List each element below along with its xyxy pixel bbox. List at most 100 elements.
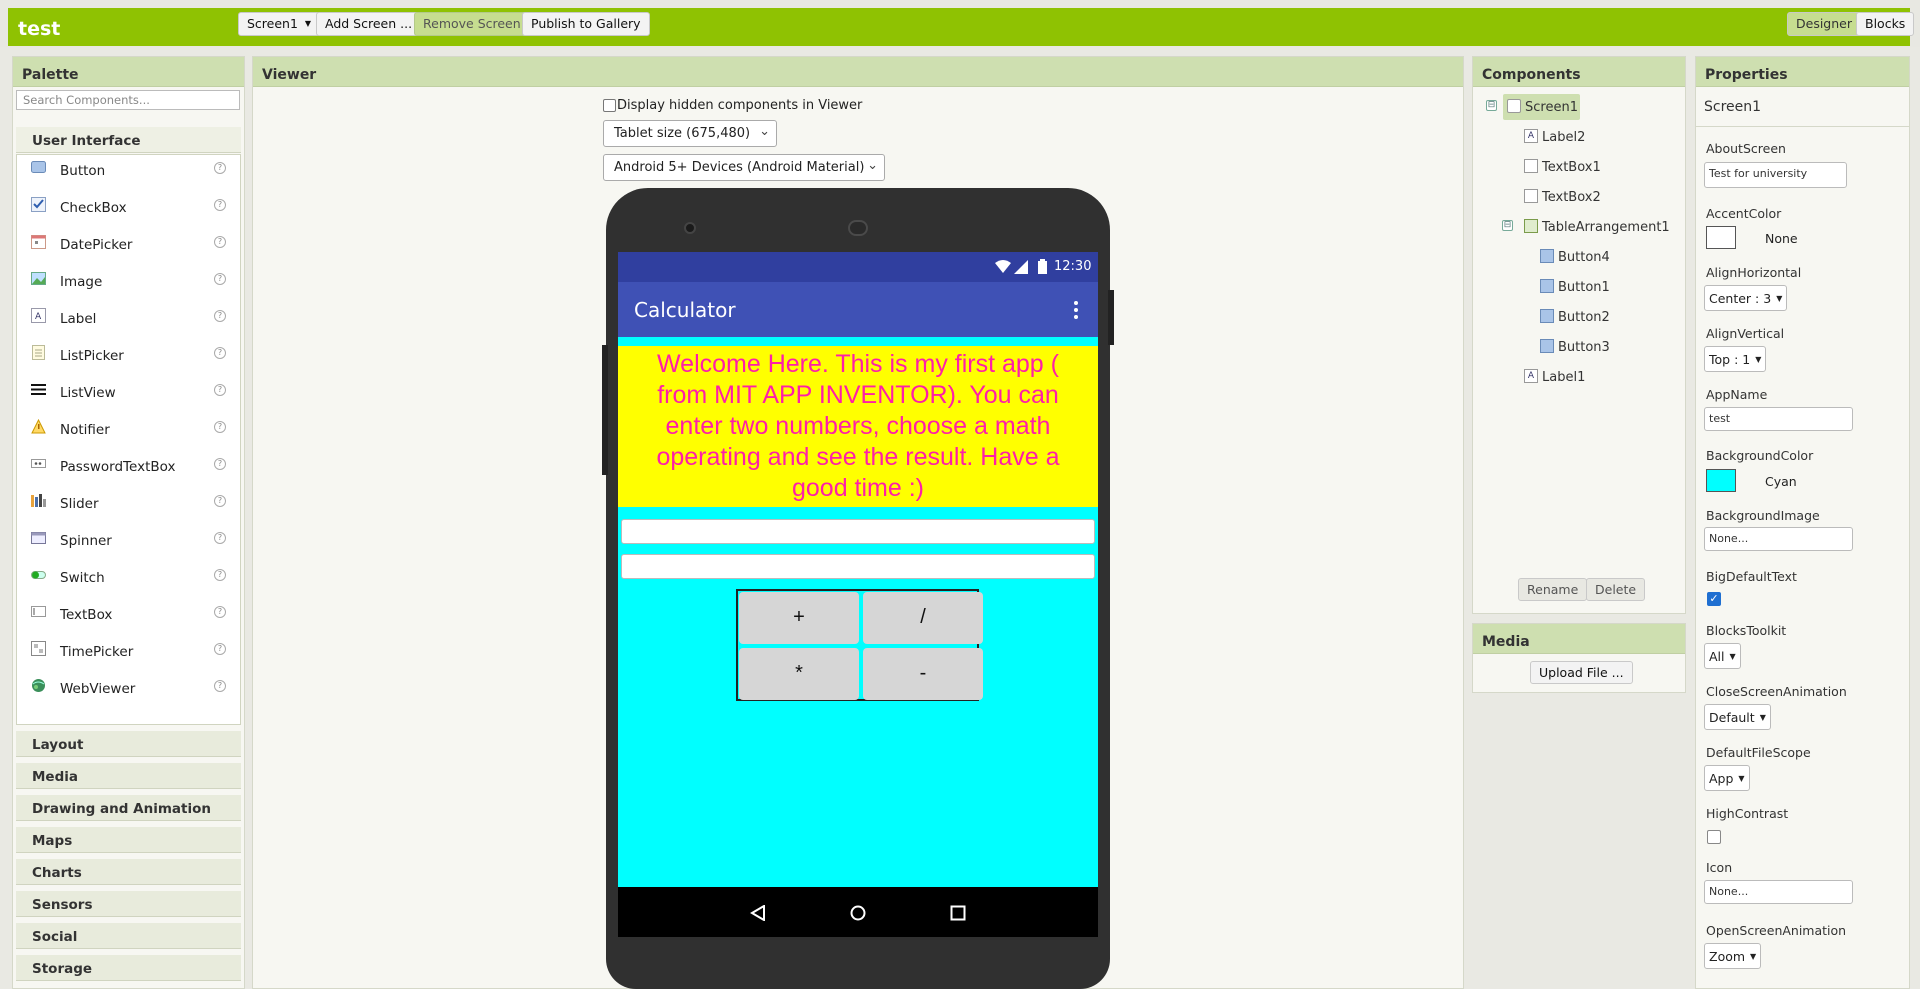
help-icon[interactable]: ?: [214, 532, 226, 544]
screen-select[interactable]: Screen1 ▼: [238, 12, 321, 36]
category-maps[interactable]: Maps: [16, 827, 241, 853]
palette-item-switch[interactable]: Switch ?: [17, 562, 240, 599]
divide-button[interactable]: /: [863, 592, 983, 644]
palette-item-label-widget[interactable]: A Label ?: [17, 303, 240, 340]
palette-item-timepicker[interactable]: TimePicker ?: [17, 636, 240, 673]
palette-item-button[interactable]: Button ?: [17, 155, 240, 192]
prop-bigtext-checkbox[interactable]: ✓: [1707, 592, 1721, 606]
designer-button[interactable]: Designer: [1787, 12, 1861, 36]
theme-select[interactable]: Android 5+ Devices (Android Material) ⌄: [603, 154, 885, 181]
search-input[interactable]: Search Components...: [16, 90, 240, 110]
palette-item-notifier[interactable]: Notifier ?: [17, 414, 240, 451]
palette-item-listview[interactable]: ListView ?: [17, 377, 240, 414]
prop-filescope-select[interactable]: App ▼: [1704, 765, 1750, 791]
top-bar-inner: test Screen1 ▼ Add Screen ... Remove Scr…: [8, 8, 1915, 46]
help-icon[interactable]: ?: [214, 569, 226, 581]
slider-icon: [31, 493, 46, 508]
table-arrangement: + / * -: [736, 589, 983, 701]
hidden-components-checkbox[interactable]: [603, 99, 616, 112]
category-media[interactable]: Media: [16, 763, 241, 789]
palette-item-webviewer[interactable]: WebViewer ?: [17, 673, 240, 710]
minus-button[interactable]: -: [863, 648, 983, 700]
help-icon[interactable]: ?: [214, 310, 226, 322]
category-storage[interactable]: Storage: [16, 955, 241, 981]
prop-appname-input[interactable]: test: [1704, 407, 1853, 431]
collapse-screen1-icon[interactable]: ⊟: [1486, 100, 1497, 111]
palette-item-checkbox[interactable]: CheckBox ?: [17, 192, 240, 229]
password-icon: [31, 456, 46, 471]
prop-about-label: AboutScreen: [1706, 141, 1786, 156]
category-user-interface[interactable]: User Interface: [16, 127, 241, 153]
help-icon[interactable]: ?: [214, 273, 226, 285]
chevron-down-icon: ▼: [1759, 713, 1766, 722]
tree-item-label: Button1: [1558, 280, 1610, 295]
multiply-button[interactable]: *: [739, 648, 859, 700]
svg-text:A: A: [35, 312, 42, 322]
button-icon: [1540, 309, 1554, 323]
prop-about-input[interactable]: Test for university: [1704, 162, 1847, 188]
help-icon[interactable]: ?: [214, 347, 226, 359]
blocks-button[interactable]: Blocks: [1856, 12, 1915, 36]
category-sensors[interactable]: Sensors: [16, 891, 241, 917]
help-icon[interactable]: ?: [214, 162, 226, 174]
upload-file-button[interactable]: Upload File ...: [1530, 661, 1633, 684]
palette-item-spinner[interactable]: Spinner ?: [17, 525, 240, 562]
hidden-components-label: Display hidden components in Viewer: [617, 98, 863, 113]
help-icon[interactable]: ?: [214, 199, 226, 211]
home-icon[interactable]: [850, 905, 866, 925]
prop-icon-input[interactable]: None...: [1704, 880, 1853, 904]
palette-item-textbox[interactable]: TextBox ?: [17, 599, 240, 636]
collapse-table-icon[interactable]: ⊟: [1502, 220, 1513, 231]
tree-item-label: Button2: [1558, 310, 1610, 325]
tree-item-label: TextBox2: [1542, 190, 1601, 205]
prop-openanim-select[interactable]: Zoom ▼: [1704, 943, 1762, 969]
prop-alignv-select[interactable]: Top : 1 ▼: [1704, 346, 1767, 372]
prop-bgimage-input[interactable]: None...: [1704, 527, 1853, 551]
prop-alignh-select[interactable]: Center : 3 ▼: [1704, 285, 1788, 311]
prop-openanim-value: Zoom: [1709, 949, 1746, 964]
webviewer-icon: [31, 678, 46, 693]
prop-toolkit-label: BlocksToolkit: [1706, 623, 1787, 638]
textbox1-field[interactable]: [621, 519, 1095, 544]
help-icon[interactable]: ?: [214, 643, 226, 655]
chevron-down-icon: ⌄: [867, 158, 878, 173]
palette-item-label: CheckBox: [60, 200, 127, 216]
palette-item-image[interactable]: Image ?: [17, 266, 240, 303]
category-charts[interactable]: Charts: [16, 859, 241, 885]
help-icon[interactable]: ?: [214, 495, 226, 507]
delete-button[interactable]: Delete: [1586, 578, 1646, 601]
help-icon[interactable]: ?: [214, 606, 226, 618]
help-icon[interactable]: ?: [214, 384, 226, 396]
category-layout[interactable]: Layout: [16, 731, 241, 757]
plus-button[interactable]: +: [739, 592, 859, 644]
remove-screen-button[interactable]: Remove Screen: [414, 12, 530, 36]
prop-toolkit-select[interactable]: All ▼: [1704, 643, 1741, 669]
palette-item-listpicker[interactable]: ListPicker ?: [17, 340, 240, 377]
app-bar: Calculator: [618, 282, 1098, 337]
chevron-down-icon: ▼: [304, 19, 312, 28]
bg-color-swatch[interactable]: [1706, 469, 1736, 492]
category-drawing-animation[interactable]: Drawing and Animation: [16, 795, 241, 821]
textbox-icon: [31, 604, 46, 619]
help-icon[interactable]: ?: [214, 236, 226, 248]
prop-closeanim-label: CloseScreenAnimation: [1706, 684, 1847, 699]
rename-button[interactable]: Rename: [1518, 578, 1588, 601]
accent-color-swatch[interactable]: [1706, 226, 1736, 249]
recents-icon[interactable]: [950, 905, 966, 925]
palette-item-label: Label: [60, 311, 97, 327]
help-icon[interactable]: ?: [214, 680, 226, 692]
prop-closeanim-select[interactable]: Default ▼: [1704, 704, 1771, 730]
help-icon[interactable]: ?: [214, 421, 226, 433]
textbox2-field[interactable]: [621, 554, 1095, 579]
add-screen-button[interactable]: Add Screen ...: [316, 12, 422, 36]
category-social[interactable]: Social: [16, 923, 241, 949]
palette-item-slider[interactable]: Slider ?: [17, 488, 240, 525]
palette-item-passwordtextbox[interactable]: PasswordTextBox ?: [17, 451, 240, 488]
publish-button[interactable]: Publish to Gallery: [522, 12, 650, 36]
back-icon[interactable]: [750, 904, 766, 925]
more-vert-icon[interactable]: [1074, 301, 1078, 323]
palette-item-datepicker[interactable]: DatePicker ?: [17, 229, 240, 266]
size-select[interactable]: Tablet size (675,480) ⌄: [603, 120, 777, 147]
prop-contrast-checkbox[interactable]: [1707, 830, 1721, 844]
help-icon[interactable]: ?: [214, 458, 226, 470]
